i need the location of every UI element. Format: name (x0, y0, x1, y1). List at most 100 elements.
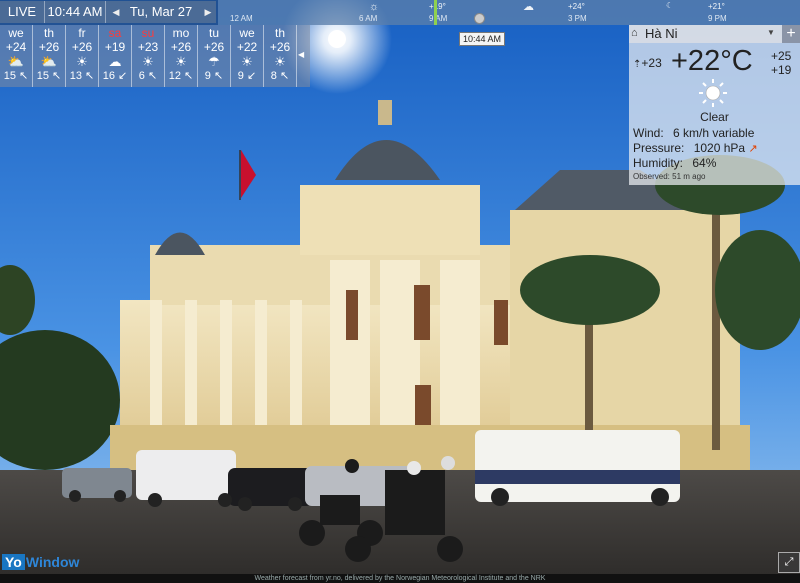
current-weather-panel: ⌂ Hà Ni ▼ + ⇡+23 +22°C +25 +19 Clear Win… (629, 25, 800, 185)
sun-icon: ☀ (142, 54, 154, 69)
humidity-value: 64% (692, 156, 717, 170)
logo-yo: Yo (2, 554, 25, 570)
condition-label: Clear (700, 110, 729, 124)
sun-icon (699, 79, 727, 107)
wind-label: Wind: (633, 126, 664, 140)
pressure-value: 1020 hPa (693, 141, 746, 155)
day-timeline[interactable]: 12 AM 6 AM 9 AM 3 PM 9 PM ☼ +19° ☁ +24° … (218, 0, 800, 25)
forecast-strip: we +24 ⛅ 15 ↖ th +26 ⛅ 15 ↖ fr +26 ☀ 13 … (0, 25, 310, 87)
fullscreen-button[interactable]: ⤢ (778, 552, 800, 573)
forecast-day[interactable]: mo +26 ☀ 12 ↖ (165, 25, 198, 87)
location-header: ⌂ Hà Ni ▼ + (629, 25, 800, 43)
day-wind: 15 ↖ (3, 70, 29, 82)
rain-icon: ☂ (208, 54, 220, 69)
partly-cloudy-icon: ⛅ (7, 54, 25, 69)
forecast-day[interactable]: we +24 ⛅ 15 ↖ (0, 25, 33, 87)
add-location-button[interactable]: + (782, 25, 800, 43)
attribution-footer[interactable]: Weather forecast from yr.no, delivered b… (0, 574, 800, 583)
day-temp: +22 (236, 40, 258, 54)
now-marker (434, 0, 437, 25)
partly-cloudy-icon: ⛅ (40, 54, 58, 69)
forecast-day[interactable]: fr +26 ☀ 13 ↖ (66, 25, 99, 87)
high-temp-bottom: +19 (771, 63, 792, 77)
timeline-tick: 9 AM (429, 14, 448, 23)
timeline-slider-handle[interactable] (474, 13, 485, 24)
day-temp: +26 (203, 40, 225, 54)
fullscreen-icon: ⤢ (784, 556, 794, 568)
timeline-tick: 9 PM (708, 14, 727, 23)
sun-icon: ☀ (241, 54, 253, 69)
humidity-row: Humidity: 64% (633, 156, 716, 170)
day-name: we (8, 26, 24, 40)
day-wind: 12 ↖ (168, 70, 194, 82)
day-temp: +26 (170, 40, 192, 54)
timeline-temp: +21° (708, 2, 725, 11)
forecast-day[interactable]: we +22 ☀ 9 ↙ (231, 25, 264, 87)
yowindow-logo[interactable]: Yo Window (2, 552, 79, 572)
day-name: th (43, 26, 54, 40)
logo-window: Window (25, 554, 80, 570)
day-wind: 15 ↖ (36, 70, 62, 82)
day-temp: +24 (5, 40, 27, 54)
day-wind: 16 ↙ (102, 70, 128, 82)
low-temp: ⇡+23 (633, 56, 662, 70)
timeline-cloud-icon: ☁ (523, 1, 534, 13)
date-selector[interactable]: ◀ Tu, Mar 27 ▶ (106, 1, 216, 23)
prev-day-arrow-icon[interactable]: ◀ (110, 1, 122, 23)
location-name[interactable]: Hà Ni (645, 26, 678, 41)
day-wind: 9 ↖ (204, 70, 224, 82)
day-wind: 13 ↖ (69, 70, 95, 82)
current-time[interactable]: 10:44 AM (45, 1, 106, 23)
forecast-collapse-arrow-icon[interactable]: ◀ (298, 50, 304, 59)
timeline-tick: 6 AM (359, 14, 378, 23)
date-label: Tu, Mar 27 (129, 4, 193, 19)
timeline-tick: 3 PM (568, 14, 587, 23)
day-temp: +26 (269, 40, 291, 54)
day-wind: 6 ↖ (138, 70, 158, 82)
timeline-moon-icon: ☾ (666, 1, 674, 10)
day-temp: +26 (38, 40, 60, 54)
forecast-day[interactable]: su +23 ☀ 6 ↖ (132, 25, 165, 87)
sun-icon: ☀ (175, 54, 187, 69)
day-temp: +23 (137, 40, 159, 54)
now-time-tag: 10:44 AM (459, 32, 506, 46)
current-temp: +22°C (671, 45, 753, 77)
day-temp: +19 (104, 40, 126, 54)
forecast-day[interactable]: tu +26 ☂ 9 ↖ (198, 25, 231, 87)
live-button[interactable]: LIVE (0, 1, 45, 23)
low-temp-value: +23 (641, 56, 662, 70)
high-temp-top: +25 (771, 49, 792, 63)
home-icon[interactable]: ⌂ (631, 27, 638, 39)
day-wind: 9 ↙ (237, 70, 257, 82)
humidity-label: Humidity: (633, 156, 684, 170)
pressure-label: Pressure: (633, 141, 685, 155)
day-name: tu (208, 26, 219, 40)
forecast-day[interactable]: th +26 ☀ 8 ↖ (264, 25, 297, 87)
high-temps: +25 +19 (771, 49, 791, 77)
chevron-down-icon[interactable]: ▼ (767, 28, 775, 37)
day-name: su (141, 26, 155, 40)
day-name: we (239, 26, 255, 40)
wind-value: 6 km/h variable (673, 126, 755, 140)
day-name: mo (172, 26, 190, 40)
day-temp: +26 (71, 40, 93, 54)
sun-icon: ☀ (274, 54, 286, 69)
day-name: th (274, 26, 285, 40)
pressure-trend-arrow-icon: ↗ (748, 143, 758, 155)
wind-row: Wind: 6 km/h variable (633, 126, 754, 140)
forecast-day[interactable]: th +26 ⛅ 15 ↖ (33, 25, 66, 87)
day-wind: 8 ↖ (270, 70, 290, 82)
cloud-icon: ☁ (108, 54, 122, 69)
timeline-sun-icon: ☼ (369, 1, 380, 13)
timeline-temp: +19° (429, 2, 446, 11)
timeline-tick: 12 AM (230, 14, 253, 23)
timeline-temp: +24° (568, 2, 585, 11)
sun-icon: ☀ (76, 54, 88, 69)
day-name: fr (78, 26, 86, 40)
next-day-arrow-icon[interactable]: ▶ (202, 1, 214, 23)
top-bar: LIVE 10:44 AM ◀ Tu, Mar 27 ▶ 12 AM 6 AM … (0, 0, 800, 25)
forecast-day[interactable]: sa +19 ☁ 16 ↙ (99, 25, 132, 87)
pressure-row: Pressure: 1020 hPa ↗ (633, 141, 758, 155)
day-name: sa (108, 26, 122, 40)
observed-time: Observed: 51 m ago (633, 172, 706, 181)
